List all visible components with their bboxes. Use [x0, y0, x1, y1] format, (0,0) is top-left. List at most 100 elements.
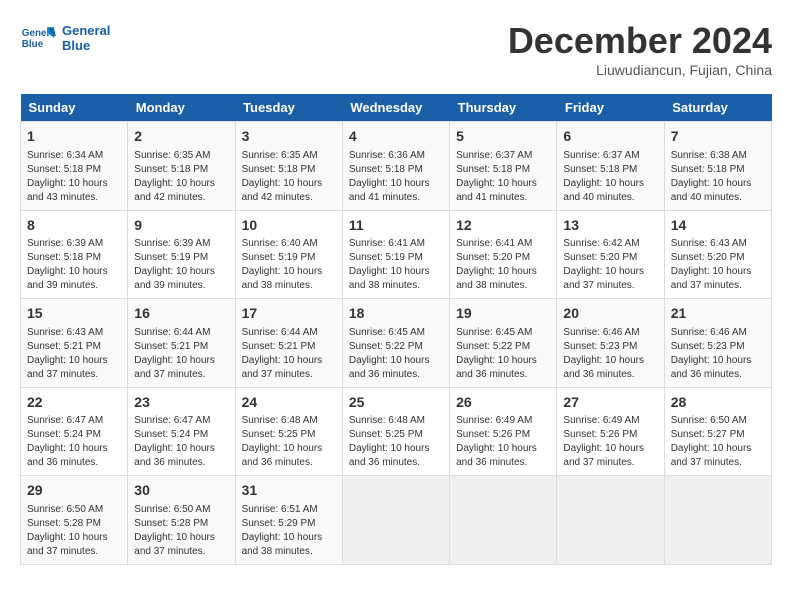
day-number: 12: [456, 216, 550, 236]
day-info: Sunrise: 6:37 AM Sunset: 5:18 PM Dayligh…: [563, 149, 657, 205]
day-number: 10: [242, 216, 336, 236]
day-number: 7: [671, 127, 765, 147]
day-info: Sunrise: 6:35 AM Sunset: 5:18 PM Dayligh…: [134, 149, 228, 205]
day-info: Sunrise: 6:35 AM Sunset: 5:18 PM Dayligh…: [242, 149, 336, 205]
day-number: 6: [563, 127, 657, 147]
day-number: 30: [134, 481, 228, 501]
day-info: Sunrise: 6:46 AM Sunset: 5:23 PM Dayligh…: [563, 326, 657, 382]
calendar-cell: 21Sunrise: 6:46 AM Sunset: 5:23 PM Dayli…: [664, 299, 771, 388]
logo-general: General: [62, 23, 110, 38]
day-info: Sunrise: 6:39 AM Sunset: 5:19 PM Dayligh…: [134, 237, 228, 293]
logo: General Blue General Blue: [20, 20, 110, 56]
day-info: Sunrise: 6:45 AM Sunset: 5:22 PM Dayligh…: [456, 326, 550, 382]
day-info: Sunrise: 6:49 AM Sunset: 5:26 PM Dayligh…: [456, 414, 550, 470]
calendar-cell: 22Sunrise: 6:47 AM Sunset: 5:24 PM Dayli…: [21, 387, 128, 476]
day-info: Sunrise: 6:49 AM Sunset: 5:26 PM Dayligh…: [563, 414, 657, 470]
day-number: 13: [563, 216, 657, 236]
day-info: Sunrise: 6:48 AM Sunset: 5:25 PM Dayligh…: [242, 414, 336, 470]
calendar-week-3: 15Sunrise: 6:43 AM Sunset: 5:21 PM Dayli…: [21, 299, 772, 388]
day-info: Sunrise: 6:45 AM Sunset: 5:22 PM Dayligh…: [349, 326, 443, 382]
day-number: 21: [671, 304, 765, 324]
day-info: Sunrise: 6:40 AM Sunset: 5:19 PM Dayligh…: [242, 237, 336, 293]
calendar-cell: 25Sunrise: 6:48 AM Sunset: 5:25 PM Dayli…: [342, 387, 449, 476]
calendar-cell: 6Sunrise: 6:37 AM Sunset: 5:18 PM Daylig…: [557, 122, 664, 211]
calendar-cell: 13Sunrise: 6:42 AM Sunset: 5:20 PM Dayli…: [557, 210, 664, 299]
calendar-cell: 3Sunrise: 6:35 AM Sunset: 5:18 PM Daylig…: [235, 122, 342, 211]
calendar-cell: 27Sunrise: 6:49 AM Sunset: 5:26 PM Dayli…: [557, 387, 664, 476]
calendar-cell: 9Sunrise: 6:39 AM Sunset: 5:19 PM Daylig…: [128, 210, 235, 299]
svg-text:Blue: Blue: [22, 39, 44, 50]
col-header-thursday: Thursday: [450, 94, 557, 122]
calendar-cell: 4Sunrise: 6:36 AM Sunset: 5:18 PM Daylig…: [342, 122, 449, 211]
calendar-cell: [450, 476, 557, 565]
day-number: 3: [242, 127, 336, 147]
day-info: Sunrise: 6:41 AM Sunset: 5:20 PM Dayligh…: [456, 237, 550, 293]
day-number: 9: [134, 216, 228, 236]
day-info: Sunrise: 6:44 AM Sunset: 5:21 PM Dayligh…: [134, 326, 228, 382]
day-info: Sunrise: 6:43 AM Sunset: 5:20 PM Dayligh…: [671, 237, 765, 293]
day-info: Sunrise: 6:39 AM Sunset: 5:18 PM Dayligh…: [27, 237, 121, 293]
calendar-cell: 5Sunrise: 6:37 AM Sunset: 5:18 PM Daylig…: [450, 122, 557, 211]
day-number: 24: [242, 393, 336, 413]
day-number: 26: [456, 393, 550, 413]
col-header-wednesday: Wednesday: [342, 94, 449, 122]
day-number: 2: [134, 127, 228, 147]
day-info: Sunrise: 6:46 AM Sunset: 5:23 PM Dayligh…: [671, 326, 765, 382]
col-header-sunday: Sunday: [21, 94, 128, 122]
calendar-cell: [342, 476, 449, 565]
calendar-cell: 18Sunrise: 6:45 AM Sunset: 5:22 PM Dayli…: [342, 299, 449, 388]
day-number: 8: [27, 216, 121, 236]
logo-icon: General Blue: [20, 20, 56, 56]
col-header-saturday: Saturday: [664, 94, 771, 122]
day-number: 16: [134, 304, 228, 324]
calendar-cell: 31Sunrise: 6:51 AM Sunset: 5:29 PM Dayli…: [235, 476, 342, 565]
calendar-cell: 29Sunrise: 6:50 AM Sunset: 5:28 PM Dayli…: [21, 476, 128, 565]
calendar-header-row: SundayMondayTuesdayWednesdayThursdayFrid…: [21, 94, 772, 122]
calendar-cell: 7Sunrise: 6:38 AM Sunset: 5:18 PM Daylig…: [664, 122, 771, 211]
title-area: December 2024 Liuwudiancun, Fujian, Chin…: [508, 20, 772, 78]
calendar-cell: 30Sunrise: 6:50 AM Sunset: 5:28 PM Dayli…: [128, 476, 235, 565]
calendar-cell: 23Sunrise: 6:47 AM Sunset: 5:24 PM Dayli…: [128, 387, 235, 476]
day-number: 4: [349, 127, 443, 147]
calendar-table: SundayMondayTuesdayWednesdayThursdayFrid…: [20, 94, 772, 565]
calendar-cell: 28Sunrise: 6:50 AM Sunset: 5:27 PM Dayli…: [664, 387, 771, 476]
day-number: 5: [456, 127, 550, 147]
calendar-week-1: 1Sunrise: 6:34 AM Sunset: 5:18 PM Daylig…: [21, 122, 772, 211]
day-number: 31: [242, 481, 336, 501]
day-info: Sunrise: 6:41 AM Sunset: 5:19 PM Dayligh…: [349, 237, 443, 293]
calendar-week-2: 8Sunrise: 6:39 AM Sunset: 5:18 PM Daylig…: [21, 210, 772, 299]
day-info: Sunrise: 6:51 AM Sunset: 5:29 PM Dayligh…: [242, 503, 336, 559]
day-info: Sunrise: 6:43 AM Sunset: 5:21 PM Dayligh…: [27, 326, 121, 382]
day-number: 28: [671, 393, 765, 413]
calendar-cell: 20Sunrise: 6:46 AM Sunset: 5:23 PM Dayli…: [557, 299, 664, 388]
calendar-cell: 16Sunrise: 6:44 AM Sunset: 5:21 PM Dayli…: [128, 299, 235, 388]
calendar-cell: [557, 476, 664, 565]
calendar-cell: 8Sunrise: 6:39 AM Sunset: 5:18 PM Daylig…: [21, 210, 128, 299]
day-info: Sunrise: 6:48 AM Sunset: 5:25 PM Dayligh…: [349, 414, 443, 470]
day-number: 20: [563, 304, 657, 324]
day-info: Sunrise: 6:37 AM Sunset: 5:18 PM Dayligh…: [456, 149, 550, 205]
col-header-friday: Friday: [557, 94, 664, 122]
day-info: Sunrise: 6:47 AM Sunset: 5:24 PM Dayligh…: [27, 414, 121, 470]
day-number: 1: [27, 127, 121, 147]
day-number: 23: [134, 393, 228, 413]
calendar-cell: [664, 476, 771, 565]
calendar-cell: 11Sunrise: 6:41 AM Sunset: 5:19 PM Dayli…: [342, 210, 449, 299]
day-number: 29: [27, 481, 121, 501]
day-number: 19: [456, 304, 550, 324]
day-number: 11: [349, 216, 443, 236]
day-number: 22: [27, 393, 121, 413]
col-header-tuesday: Tuesday: [235, 94, 342, 122]
calendar-week-4: 22Sunrise: 6:47 AM Sunset: 5:24 PM Dayli…: [21, 387, 772, 476]
day-number: 15: [27, 304, 121, 324]
day-number: 25: [349, 393, 443, 413]
month-title: December 2024: [508, 20, 772, 62]
day-info: Sunrise: 6:42 AM Sunset: 5:20 PM Dayligh…: [563, 237, 657, 293]
day-info: Sunrise: 6:44 AM Sunset: 5:21 PM Dayligh…: [242, 326, 336, 382]
col-header-monday: Monday: [128, 94, 235, 122]
day-info: Sunrise: 6:38 AM Sunset: 5:18 PM Dayligh…: [671, 149, 765, 205]
calendar-cell: 14Sunrise: 6:43 AM Sunset: 5:20 PM Dayli…: [664, 210, 771, 299]
logo-blue: Blue: [62, 38, 110, 53]
day-info: Sunrise: 6:36 AM Sunset: 5:18 PM Dayligh…: [349, 149, 443, 205]
day-info: Sunrise: 6:50 AM Sunset: 5:28 PM Dayligh…: [27, 503, 121, 559]
